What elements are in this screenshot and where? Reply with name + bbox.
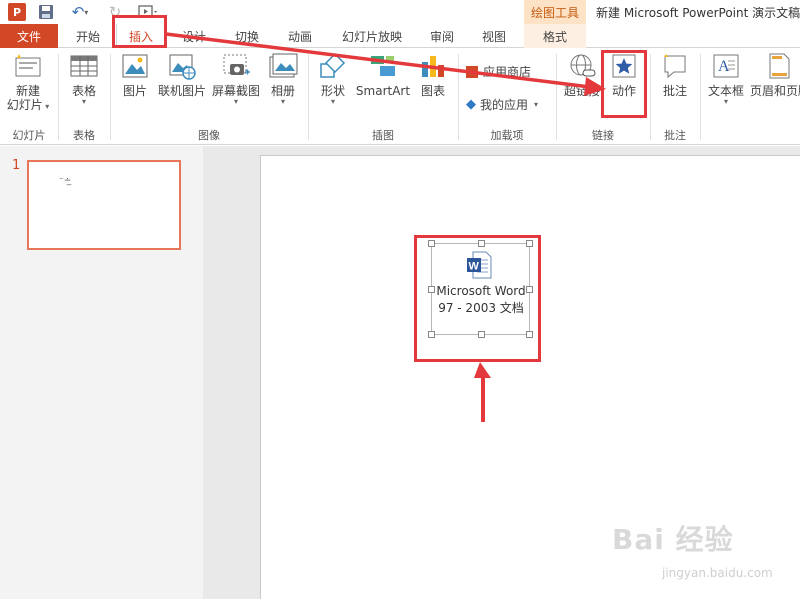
baidu-watermark-url: jingyan.baidu.com	[662, 566, 773, 580]
baidu-watermark: Bai 经验	[612, 523, 734, 556]
up-arrow-icon	[474, 362, 491, 422]
annotation-arrows	[165, 32, 606, 422]
